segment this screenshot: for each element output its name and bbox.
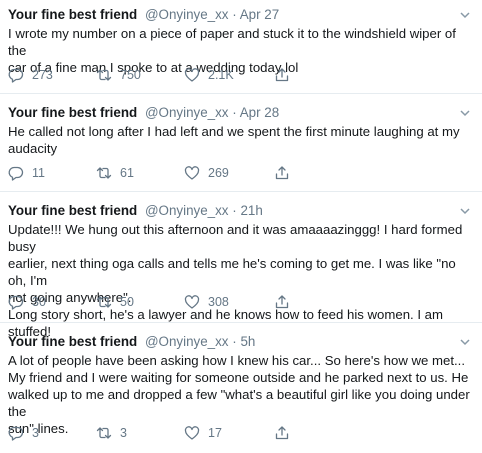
tweet[interactable]: Your fine best friend @Onyinye_xx · Apr …	[0, 104, 482, 192]
chevron-down-icon[interactable]	[458, 335, 472, 349]
display-name[interactable]: Your fine best friend	[8, 203, 137, 218]
like-button[interactable]: 17	[184, 424, 222, 442]
like-button[interactable]: 308	[184, 293, 229, 311]
tweet-actions: 11 61 269	[8, 164, 308, 182]
tweet-actions: 3 3 17	[8, 424, 308, 442]
reply-count: 30	[32, 295, 46, 309]
tweet-actions: 30 50 308	[8, 293, 308, 311]
display-name[interactable]: Your fine best friend	[8, 105, 137, 120]
reply-count: 11	[32, 166, 45, 180]
timestamp[interactable]: Apr 28	[240, 105, 279, 120]
chevron-down-icon[interactable]	[458, 204, 472, 218]
tweet-header: Your fine best friend @Onyinye_xx · 21h	[8, 202, 263, 220]
reply-button[interactable]: 3	[8, 424, 39, 442]
separator: ·	[232, 7, 237, 22]
tweet-header: Your fine best friend @Onyinye_xx · Apr …	[8, 6, 279, 24]
user-handle[interactable]: @Onyinye_xx	[145, 203, 229, 218]
like-count: 308	[208, 295, 229, 309]
retweet-button[interactable]: 50	[96, 293, 134, 311]
tweet-text: Update!!! We hung out this afternoon and…	[8, 222, 463, 339]
display-name[interactable]: Your fine best friend	[8, 334, 137, 349]
share-button[interactable]	[274, 164, 298, 182]
tweet-timeline: Your fine best friend @Onyinye_xx · Apr …	[0, 0, 482, 453]
retweet-icon	[96, 69, 112, 81]
tweet-header: Your fine best friend @Onyinye_xx · 5h	[8, 333, 255, 351]
like-button[interactable]: 269	[184, 164, 229, 182]
separator: ·	[232, 105, 237, 120]
heart-icon	[184, 426, 200, 440]
timestamp[interactable]: 21h	[240, 203, 262, 218]
like-button[interactable]: 2.1K	[184, 66, 234, 84]
timestamp[interactable]: Apr 27	[240, 7, 279, 22]
reply-button[interactable]: 30	[8, 293, 46, 311]
user-handle[interactable]: @Onyinye_xx	[145, 7, 229, 22]
display-name[interactable]: Your fine best friend	[8, 7, 137, 22]
share-icon	[275, 426, 289, 440]
tweet-text: He called not long after I had left and …	[8, 124, 460, 156]
retweet-count: 50	[120, 295, 134, 309]
retweet-button[interactable]: 3	[96, 424, 127, 442]
retweet-count: 750	[120, 68, 141, 82]
reply-button[interactable]: 11	[8, 164, 45, 182]
reply-icon	[8, 426, 24, 441]
reply-count: 273	[32, 68, 53, 82]
like-count: 2.1K	[208, 68, 234, 82]
timestamp[interactable]: 5h	[240, 334, 255, 349]
retweet-icon	[96, 296, 112, 308]
share-icon	[275, 68, 289, 82]
tweet-actions: 273 750 2.1K	[8, 66, 308, 84]
reply-icon	[8, 68, 24, 83]
heart-icon	[184, 68, 200, 82]
user-handle[interactable]: @Onyinye_xx	[145, 105, 229, 120]
reply-icon	[8, 295, 24, 310]
like-count: 17	[208, 426, 222, 440]
reply-count: 3	[32, 426, 39, 440]
user-handle[interactable]: @Onyinye_xx	[145, 334, 229, 349]
retweet-count: 61	[120, 166, 134, 180]
retweet-button[interactable]: 61	[96, 164, 134, 182]
retweet-count: 3	[120, 426, 127, 440]
like-count: 269	[208, 166, 229, 180]
tweet[interactable]: Your fine best friend @Onyinye_xx · Apr …	[0, 6, 482, 94]
chevron-down-icon[interactable]	[458, 106, 472, 120]
chevron-down-icon[interactable]	[458, 8, 472, 22]
retweet-button[interactable]: 750	[96, 66, 141, 84]
tweet-header: Your fine best friend @Onyinye_xx · Apr …	[8, 104, 279, 122]
share-button[interactable]	[274, 66, 298, 84]
share-button[interactable]	[274, 293, 298, 311]
share-icon	[275, 166, 289, 180]
tweet[interactable]: Your fine best friend @Onyinye_xx · 21h …	[0, 202, 482, 339]
tweet[interactable]: Your fine best friend @Onyinye_xx · 5h A…	[0, 333, 482, 453]
separator: ·	[232, 203, 237, 218]
retweet-icon	[96, 427, 112, 439]
heart-icon	[184, 295, 200, 309]
reply-icon	[8, 166, 24, 181]
heart-icon	[184, 166, 200, 180]
reply-button[interactable]: 273	[8, 66, 53, 84]
separator: ·	[232, 334, 237, 349]
retweet-icon	[96, 167, 112, 179]
share-icon	[275, 295, 289, 309]
share-button[interactable]	[274, 424, 298, 442]
